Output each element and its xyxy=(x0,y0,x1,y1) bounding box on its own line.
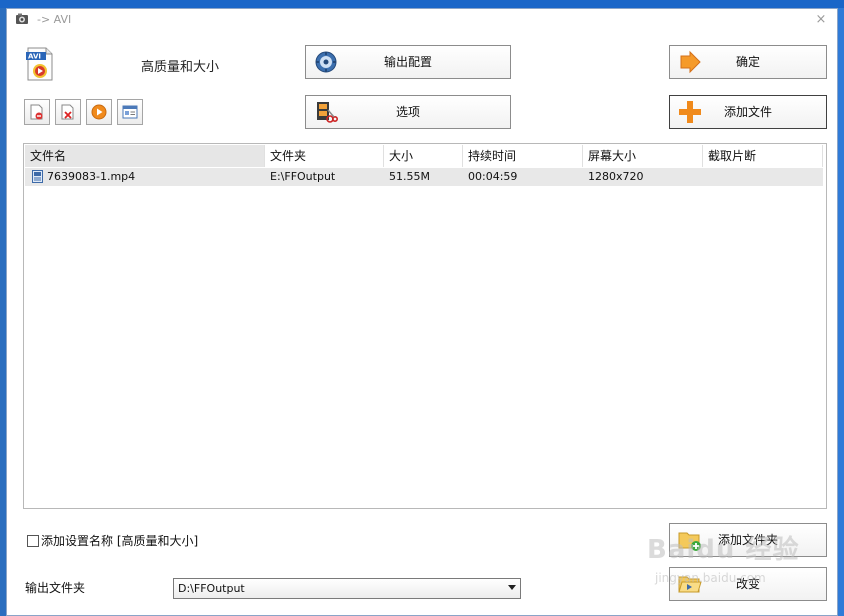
video-file-icon xyxy=(32,170,43,183)
column-header-duration[interactable]: 持续时间 xyxy=(463,145,583,167)
add-file-label: 添加文件 xyxy=(723,105,772,119)
options-label: 选项 xyxy=(395,105,420,119)
watermark: Baidu 经验 xyxy=(647,535,800,565)
app-icon xyxy=(16,13,28,24)
remove-file-button[interactable] xyxy=(24,99,50,125)
info-window-icon xyxy=(122,105,138,119)
watermark-url: jingyan.baidu.com xyxy=(655,571,766,585)
svg-text:AVI: AVI xyxy=(28,53,41,61)
append-setting-label: 添加设置名称 [高质量和大小] xyxy=(41,534,199,548)
output-folder-select[interactable]: D:\FFOutput xyxy=(173,578,521,599)
column-header-clip[interactable]: 截取片断 xyxy=(703,145,823,167)
close-button[interactable]: × xyxy=(813,11,829,29)
clear-list-button[interactable] xyxy=(55,99,81,125)
desktop-top xyxy=(0,0,844,8)
file-list[interactable]: 文件名 文件夹 大小 持续时间 屏幕大小 截取片断 7639083-1.mp4 … xyxy=(23,143,827,509)
profile-label: 高质量和大小 xyxy=(141,60,220,75)
play-button[interactable] xyxy=(86,99,112,125)
title-bar[interactable]: -> AVI × xyxy=(7,9,837,31)
ok-label: 确定 xyxy=(735,55,760,69)
ok-button[interactable]: 确定 xyxy=(669,45,827,79)
file-delete-icon xyxy=(61,104,74,120)
desktop-right-edge xyxy=(838,8,844,616)
play-icon xyxy=(91,104,107,120)
output-folder-value: D:\FFOutput xyxy=(178,582,245,595)
file-remove-icon xyxy=(30,104,43,120)
cell-resolution: 1280x720 xyxy=(588,170,644,183)
table-row[interactable]: 7639083-1.mp4 E:\FFOutput 51.55M 00:04:5… xyxy=(25,168,823,186)
output-folder-label: 输出文件夹 xyxy=(25,581,86,595)
column-header-resolution[interactable]: 屏幕大小 xyxy=(583,145,703,167)
cell-folder: E:\FFOutput xyxy=(270,170,336,183)
cell-duration: 00:04:59 xyxy=(468,170,518,183)
cell-filename: 7639083-1.mp4 xyxy=(47,170,136,183)
output-config-button[interactable]: 输出配置 xyxy=(305,45,511,79)
options-button[interactable]: 选项 xyxy=(305,95,511,129)
append-setting-checkbox[interactable] xyxy=(27,535,39,547)
output-config-label: 输出配置 xyxy=(383,55,432,69)
cell-size: 51.55M xyxy=(389,170,430,183)
convert-window: -> AVI × AVI 高质量和大小 输出配置 选项 确定 添加文件 文件名 … xyxy=(6,8,838,616)
column-header-folder[interactable]: 文件夹 xyxy=(265,145,384,167)
avi-file-icon: AVI xyxy=(26,47,53,81)
add-file-button[interactable]: 添加文件 xyxy=(669,95,827,129)
chevron-down-icon xyxy=(508,585,516,590)
window-title: -> AVI xyxy=(37,13,72,26)
column-header-filename[interactable]: 文件名 xyxy=(25,145,265,167)
column-header-size[interactable]: 大小 xyxy=(384,145,463,167)
media-info-button[interactable] xyxy=(117,99,143,125)
